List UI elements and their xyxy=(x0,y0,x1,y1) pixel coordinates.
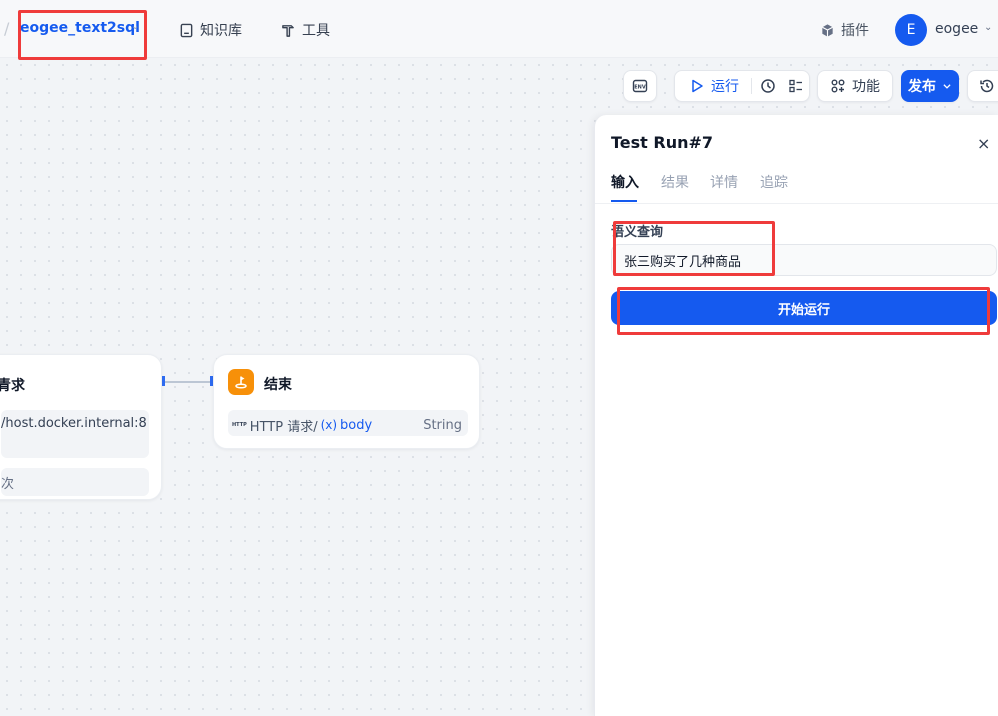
run-toolbar-label[interactable]: 运行 xyxy=(711,76,739,96)
http-retry-text: 次 xyxy=(1,477,15,492)
features-button[interactable]: 功能 xyxy=(817,70,893,102)
restore-icon xyxy=(980,79,994,93)
nav-knowledge[interactable]: 知识库 xyxy=(179,20,242,40)
cube-icon xyxy=(822,23,833,37)
tabs-divider xyxy=(595,203,998,204)
output-variable-type: String xyxy=(423,417,462,433)
http-url-field: /host.docker.internal:8 xyxy=(1,410,149,458)
nav-tools[interactable]: 工具 xyxy=(281,20,330,40)
breadcrumb-separator: / xyxy=(4,19,10,38)
env-button[interactable]: ENV xyxy=(623,70,657,102)
end-flag-icon xyxy=(228,369,254,395)
http-tag-icon: HTTP xyxy=(232,422,247,428)
plugin-label: 插件 xyxy=(841,23,869,39)
book-icon xyxy=(180,23,193,37)
history-clock-icon[interactable] xyxy=(760,78,776,94)
end-node-title: 结束 xyxy=(264,377,292,393)
output-source-name: HTTP 请求/ xyxy=(249,419,318,435)
nav-tools-label: 工具 xyxy=(302,23,330,39)
version-history-button[interactable] xyxy=(967,70,998,102)
http-url-text: /host.docker.internal:8 xyxy=(1,416,147,431)
annotation-highlight-run xyxy=(617,287,990,335)
publish-button[interactable]: 发布 xyxy=(901,70,959,102)
publish-label: 发布 xyxy=(908,79,936,95)
user-name[interactable]: eogee xyxy=(935,21,978,37)
tab-trace[interactable]: 追踪 xyxy=(760,172,788,192)
plugin-button[interactable]: 插件 xyxy=(820,20,869,40)
tab-result[interactable]: 结果 xyxy=(661,172,689,192)
play-icon[interactable] xyxy=(689,78,705,94)
output-variable-name: body xyxy=(340,417,373,433)
active-tab-indicator xyxy=(611,200,637,202)
node-connector xyxy=(163,381,213,383)
user-chevron-icon[interactable]: ⌄ xyxy=(984,22,992,33)
env-icon: ENV xyxy=(632,79,648,93)
hammer-icon xyxy=(282,24,294,37)
test-run-panel: Test Run#7 × 输入 结果 详情 追踪 语义查询 开始运行 xyxy=(594,115,998,716)
apps-icon xyxy=(831,79,845,93)
annotation-highlight-app xyxy=(18,10,147,60)
panel-title: Test Run#7 xyxy=(611,133,714,152)
nav-knowledge-label: 知识库 xyxy=(200,23,242,39)
features-label: 功能 xyxy=(852,79,880,95)
chevron-down-icon xyxy=(943,84,951,89)
annotation-highlight-query xyxy=(613,221,775,276)
end-output-variable: HTTP HTTP 请求/ (x) body String xyxy=(228,410,468,436)
avatar[interactable]: E xyxy=(895,14,927,46)
run-toolbar-group: 运行 xyxy=(674,70,810,102)
close-icon[interactable]: × xyxy=(977,134,990,153)
tab-detail[interactable]: 详情 xyxy=(710,172,738,192)
top-bar: / eogee_text2sql ⌄ 知识库 工具 插件 E eogee ⌄ xyxy=(0,0,998,60)
connector-handle-out[interactable] xyxy=(162,376,165,386)
checklist-icon[interactable] xyxy=(788,78,804,94)
variable-icon: (x) xyxy=(320,418,338,432)
http-node-title: 青求 xyxy=(0,378,25,394)
tab-input[interactable]: 输入 xyxy=(611,172,639,192)
http-request-node[interactable]: 青求 /host.docker.internal:8 次 xyxy=(0,354,162,500)
end-node[interactable]: 结束 HTTP HTTP 请求/ (x) body String xyxy=(213,354,480,449)
http-retry-field: 次 xyxy=(1,468,149,496)
svg-text:ENV: ENV xyxy=(634,84,646,90)
